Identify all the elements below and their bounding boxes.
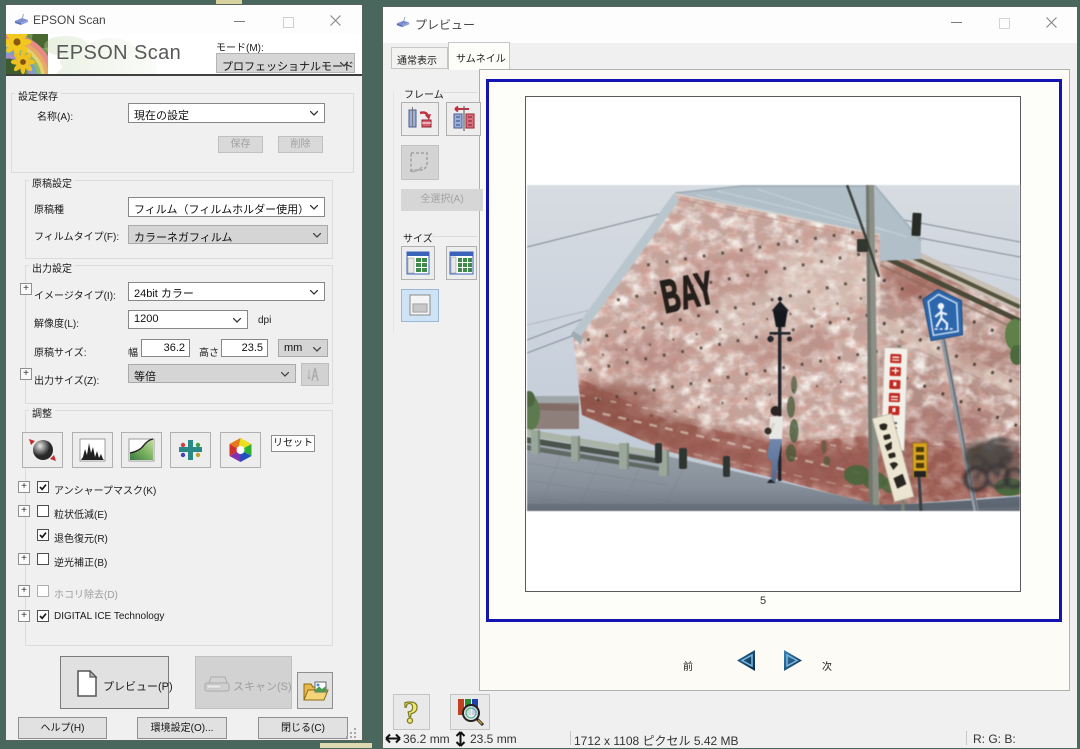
svg-text:?: ? — [403, 695, 419, 729]
svg-text:BAY: BAY — [656, 261, 718, 323]
